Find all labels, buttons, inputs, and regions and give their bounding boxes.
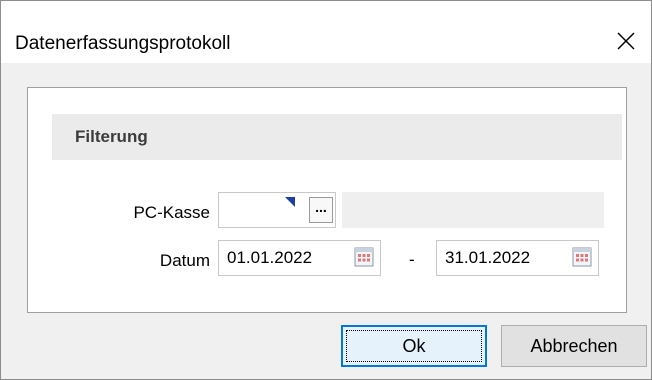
dialog-window: Datenerfassungsprotokoll Filterung PC-Ka… bbox=[0, 0, 652, 380]
dialog-title: Datenerfassungsprotokoll bbox=[15, 33, 231, 54]
close-button[interactable] bbox=[601, 19, 651, 63]
datum-label: Datum bbox=[159, 251, 210, 270]
pc-kasse-description bbox=[342, 192, 604, 228]
date-from-value: 01.01.2022 bbox=[227, 248, 313, 267]
ok-button[interactable]: Ok bbox=[341, 325, 487, 367]
cancel-button-label: Abbrechen bbox=[530, 335, 618, 356]
content-panel: Filterung PC-Kasse ... Datum 01.01.2022 … bbox=[27, 87, 627, 313]
title-bar: Datenerfassungsprotokoll bbox=[1, 1, 651, 63]
date-from-input[interactable]: 01.01.2022 bbox=[218, 240, 381, 276]
cancel-button[interactable]: Abbrechen bbox=[501, 325, 647, 367]
date-separator: - bbox=[409, 250, 415, 269]
field-marker-icon bbox=[285, 197, 295, 207]
calendar-icon[interactable] bbox=[354, 247, 374, 267]
pc-kasse-label: PC-Kasse bbox=[133, 203, 210, 222]
date-to-value: 31.01.2022 bbox=[445, 248, 531, 267]
focus-rectangle bbox=[346, 330, 482, 362]
pc-kasse-input[interactable]: ... bbox=[218, 192, 336, 228]
pc-kasse-browse-button[interactable]: ... bbox=[309, 197, 333, 223]
date-to-input[interactable]: 31.01.2022 bbox=[436, 240, 599, 276]
calendar-icon[interactable] bbox=[572, 247, 592, 267]
group-title: Filterung bbox=[75, 127, 148, 146]
close-icon bbox=[617, 32, 635, 50]
group-header: Filterung bbox=[52, 114, 622, 160]
